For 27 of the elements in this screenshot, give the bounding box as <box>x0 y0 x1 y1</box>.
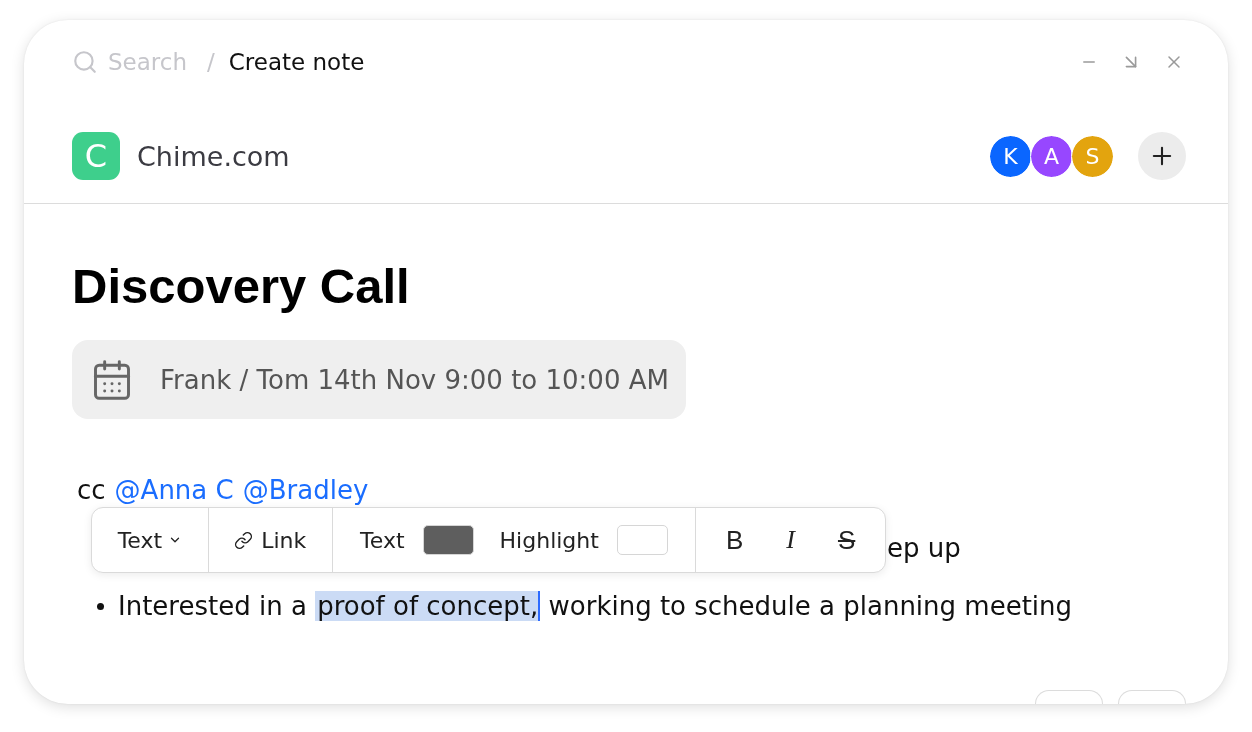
color-swatch[interactable] <box>422 525 474 555</box>
link-icon <box>234 530 254 550</box>
event-text: Frank / Tom 14th Nov 9:00 to 10:00 AM <box>160 364 669 395</box>
add-button[interactable] <box>1138 132 1186 180</box>
search-icon <box>72 49 98 75</box>
bullet-text: Interested in a proof of concept, working to schedule a planning meeting <box>118 590 1073 623</box>
avatar[interactable]: A <box>1031 135 1072 177</box>
cc-label: cc <box>77 475 106 505</box>
workspace-logo: C <box>72 132 120 180</box>
mention-link[interactable]: @Anna C <box>114 475 234 505</box>
link-button[interactable]: Link <box>234 527 307 553</box>
breadcrumb-separator: / <box>207 49 215 75</box>
avatar[interactable]: K <box>990 135 1031 177</box>
page-title: Create note <box>228 49 365 75</box>
search-field[interactable]: Search <box>108 49 190 75</box>
color-label: Highlight <box>499 527 599 553</box>
bullet-icon <box>97 602 104 610</box>
note-title: Discovery Call <box>72 258 410 314</box>
text-style-dropdown[interactable]: Text <box>117 527 183 553</box>
color-swatch[interactable] <box>616 525 668 555</box>
bullet-text: ep up <box>887 532 961 565</box>
bold-button[interactable]: B <box>722 524 747 556</box>
mention-link[interactable]: @Bradley <box>242 475 369 505</box>
italic-button[interactable]: I <box>778 525 803 555</box>
color-label: Text <box>360 527 405 553</box>
strikethrough-button[interactable]: S <box>834 524 859 556</box>
workspace-name: Chime.com <box>137 140 290 172</box>
